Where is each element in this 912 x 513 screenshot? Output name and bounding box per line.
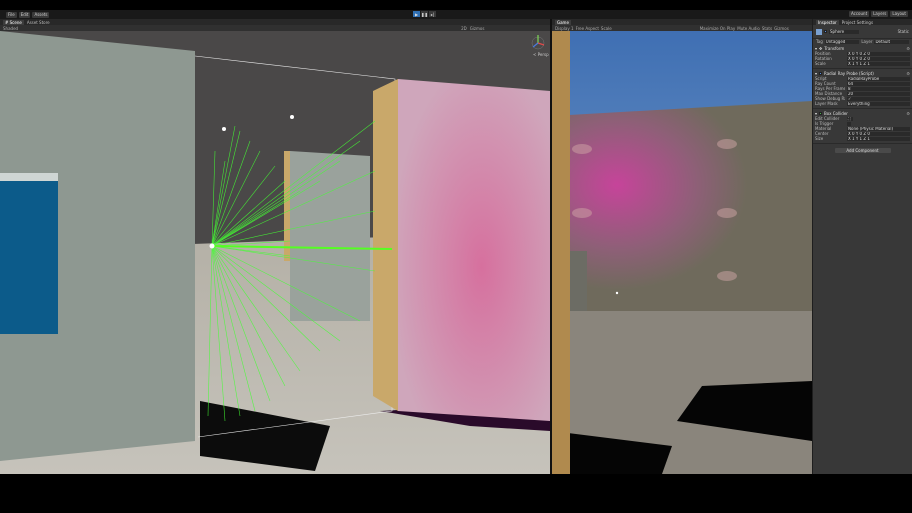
light-gizmo-icon[interactable] — [290, 115, 294, 119]
field-label: Size — [815, 136, 824, 141]
bottom-letterbox — [0, 474, 912, 513]
pause-icon[interactable]: ❚❚ — [421, 11, 428, 17]
persp-label[interactable]: < Persp — [533, 52, 549, 57]
scene-render: < Persp — [0, 31, 550, 474]
component-title: Transform — [824, 45, 845, 51]
blue-panel — [0, 179, 58, 334]
wall-edge — [373, 79, 398, 411]
layer-label: Layer — [861, 39, 873, 44]
field-label: Layer Mask — [815, 101, 838, 106]
game-gizmos-dropdown[interactable]: Gizmos — [774, 26, 789, 31]
menu-item-assets[interactable]: Assets — [32, 11, 50, 18]
field-row: Layer Mask Everything — [815, 101, 910, 106]
object-header: Sphere Static — [813, 25, 912, 39]
chevron-down-icon[interactable]: ▾ — [815, 46, 817, 51]
tab-project-settings[interactable]: Project Settings — [842, 20, 873, 25]
tab-asset-store[interactable]: Asset Store — [27, 20, 50, 25]
field-value[interactable]: 20 — [847, 91, 910, 96]
component-title: Radial Ray Probe (Script) — [824, 70, 874, 76]
material-field[interactable]: None (Physic Material) — [847, 126, 910, 131]
layers-dropdown[interactable]: Layers — [871, 11, 889, 17]
component-enabled-checkbox[interactable] — [819, 111, 823, 115]
component-enabled-checkbox[interactable] — [819, 71, 823, 75]
field-value[interactable]: X 0 Y 0 Z 0 — [847, 51, 910, 56]
is-trigger-checkbox[interactable] — [847, 121, 851, 126]
field-value[interactable]: X 0 Y 0 Z 0 — [847, 131, 910, 136]
field-value[interactable]: 64 — [847, 81, 910, 86]
chevron-down-icon[interactable]: ▾ — [815, 71, 817, 76]
field-value[interactable]: X 1 Y 1 Z 1 — [847, 136, 910, 141]
add-component-button[interactable]: Add Component — [834, 148, 891, 153]
play-controls: ▶ ❚❚ ▸| — [413, 11, 436, 17]
wall-pink — [398, 79, 550, 421]
game-view[interactable] — [552, 31, 812, 474]
display-dropdown[interactable]: Display 1 — [555, 26, 574, 31]
near-wall — [552, 31, 570, 474]
chevron-down-icon[interactable]: ▾ — [815, 111, 817, 116]
gameobject-icon — [816, 28, 822, 35]
object-name-field[interactable]: Sphere — [829, 29, 859, 34]
scene-gizmos-dropdown[interactable]: Gizmos — [470, 26, 485, 31]
component-transform: ▾ ✥ Transform ⚙ Position X 0 Y 0 Z 0 Rota… — [813, 44, 912, 69]
probe-sphere[interactable] — [209, 243, 215, 249]
transform-icon: ✥ — [819, 45, 823, 51]
menu-item-edit[interactable]: Edit — [18, 11, 31, 18]
2d-toggle[interactable]: 2D — [461, 26, 467, 31]
field-value[interactable]: ✓ — [847, 96, 910, 101]
gear-icon[interactable]: ⚙ — [906, 71, 910, 76]
right-toolbar: Account Layers Layout — [848, 11, 908, 17]
field-value[interactable]: RadialRayProbe — [847, 76, 910, 81]
tag-layer-row: Tag Untagged Layer Default — [813, 39, 912, 44]
scene-view[interactable]: < Persp — [0, 31, 550, 474]
maximize-toggle[interactable]: Maximize On Play — [700, 26, 736, 31]
field-label: Scale — [815, 61, 826, 66]
layout-dropdown[interactable]: Layout — [890, 11, 908, 17]
field-value[interactable]: Everything — [847, 101, 910, 106]
scale-slider[interactable]: Scale — [601, 26, 612, 31]
main-toolbar: File Edit Assets — [0, 10, 912, 19]
shading-mode-dropdown[interactable]: Shaded — [3, 26, 18, 31]
aspect-dropdown[interactable]: Free Aspect — [576, 26, 599, 31]
static-label: Static — [897, 29, 909, 34]
tab-game[interactable]: Game — [555, 19, 571, 25]
tag-dropdown[interactable]: Untagged — [824, 39, 860, 44]
field-row: Scale X 1 Y 1 Z 1 — [815, 61, 910, 66]
menu-group: File Edit Assets — [6, 11, 50, 18]
step-icon[interactable]: ▸| — [429, 11, 436, 17]
gear-icon[interactable]: ⚙ — [906, 111, 910, 116]
inspector-panel: Inspector Project Settings Sphere Static… — [812, 19, 912, 474]
play-icon[interactable]: ▶ — [413, 11, 420, 17]
layer-dropdown[interactable]: Default — [874, 39, 909, 44]
field-value[interactable]: X 0 Y 0 Z 0 — [847, 56, 910, 61]
tab-inspector[interactable]: Inspector — [816, 19, 839, 25]
component-box-collider: ▾ Box Collider ⚙ Edit Collider ⛶ Is Trigg… — [813, 109, 912, 144]
stats-toggle[interactable]: Stats — [762, 26, 772, 31]
mute-toggle[interactable]: Mute Audio — [737, 26, 760, 31]
component-radial-ray-probe: ▾ Radial Ray Probe (Script) ⚙ Script Radi… — [813, 69, 912, 109]
gear-icon[interactable]: ⚙ — [906, 46, 910, 51]
field-value[interactable]: 8 — [847, 86, 910, 91]
game-wall — [552, 101, 812, 311]
field-value[interactable]: X 1 Y 1 Z 1 — [847, 61, 910, 66]
active-checkbox[interactable] — [824, 30, 827, 33]
edit-collider-button[interactable]: ⛶ — [847, 116, 853, 121]
account-dropdown[interactable]: Account — [848, 11, 870, 17]
tag-label: Tag — [816, 39, 823, 44]
field-row: Size X 1 Y 1 Z 1 — [815, 136, 910, 141]
game-render — [552, 31, 812, 474]
tab-scene[interactable]: # Scene — [3, 19, 24, 25]
component-title: Box Collider — [824, 110, 848, 116]
light-gizmo-icon[interactable] — [222, 127, 226, 131]
menu-item-file[interactable]: File — [6, 11, 17, 18]
wall-mid — [290, 151, 370, 321]
